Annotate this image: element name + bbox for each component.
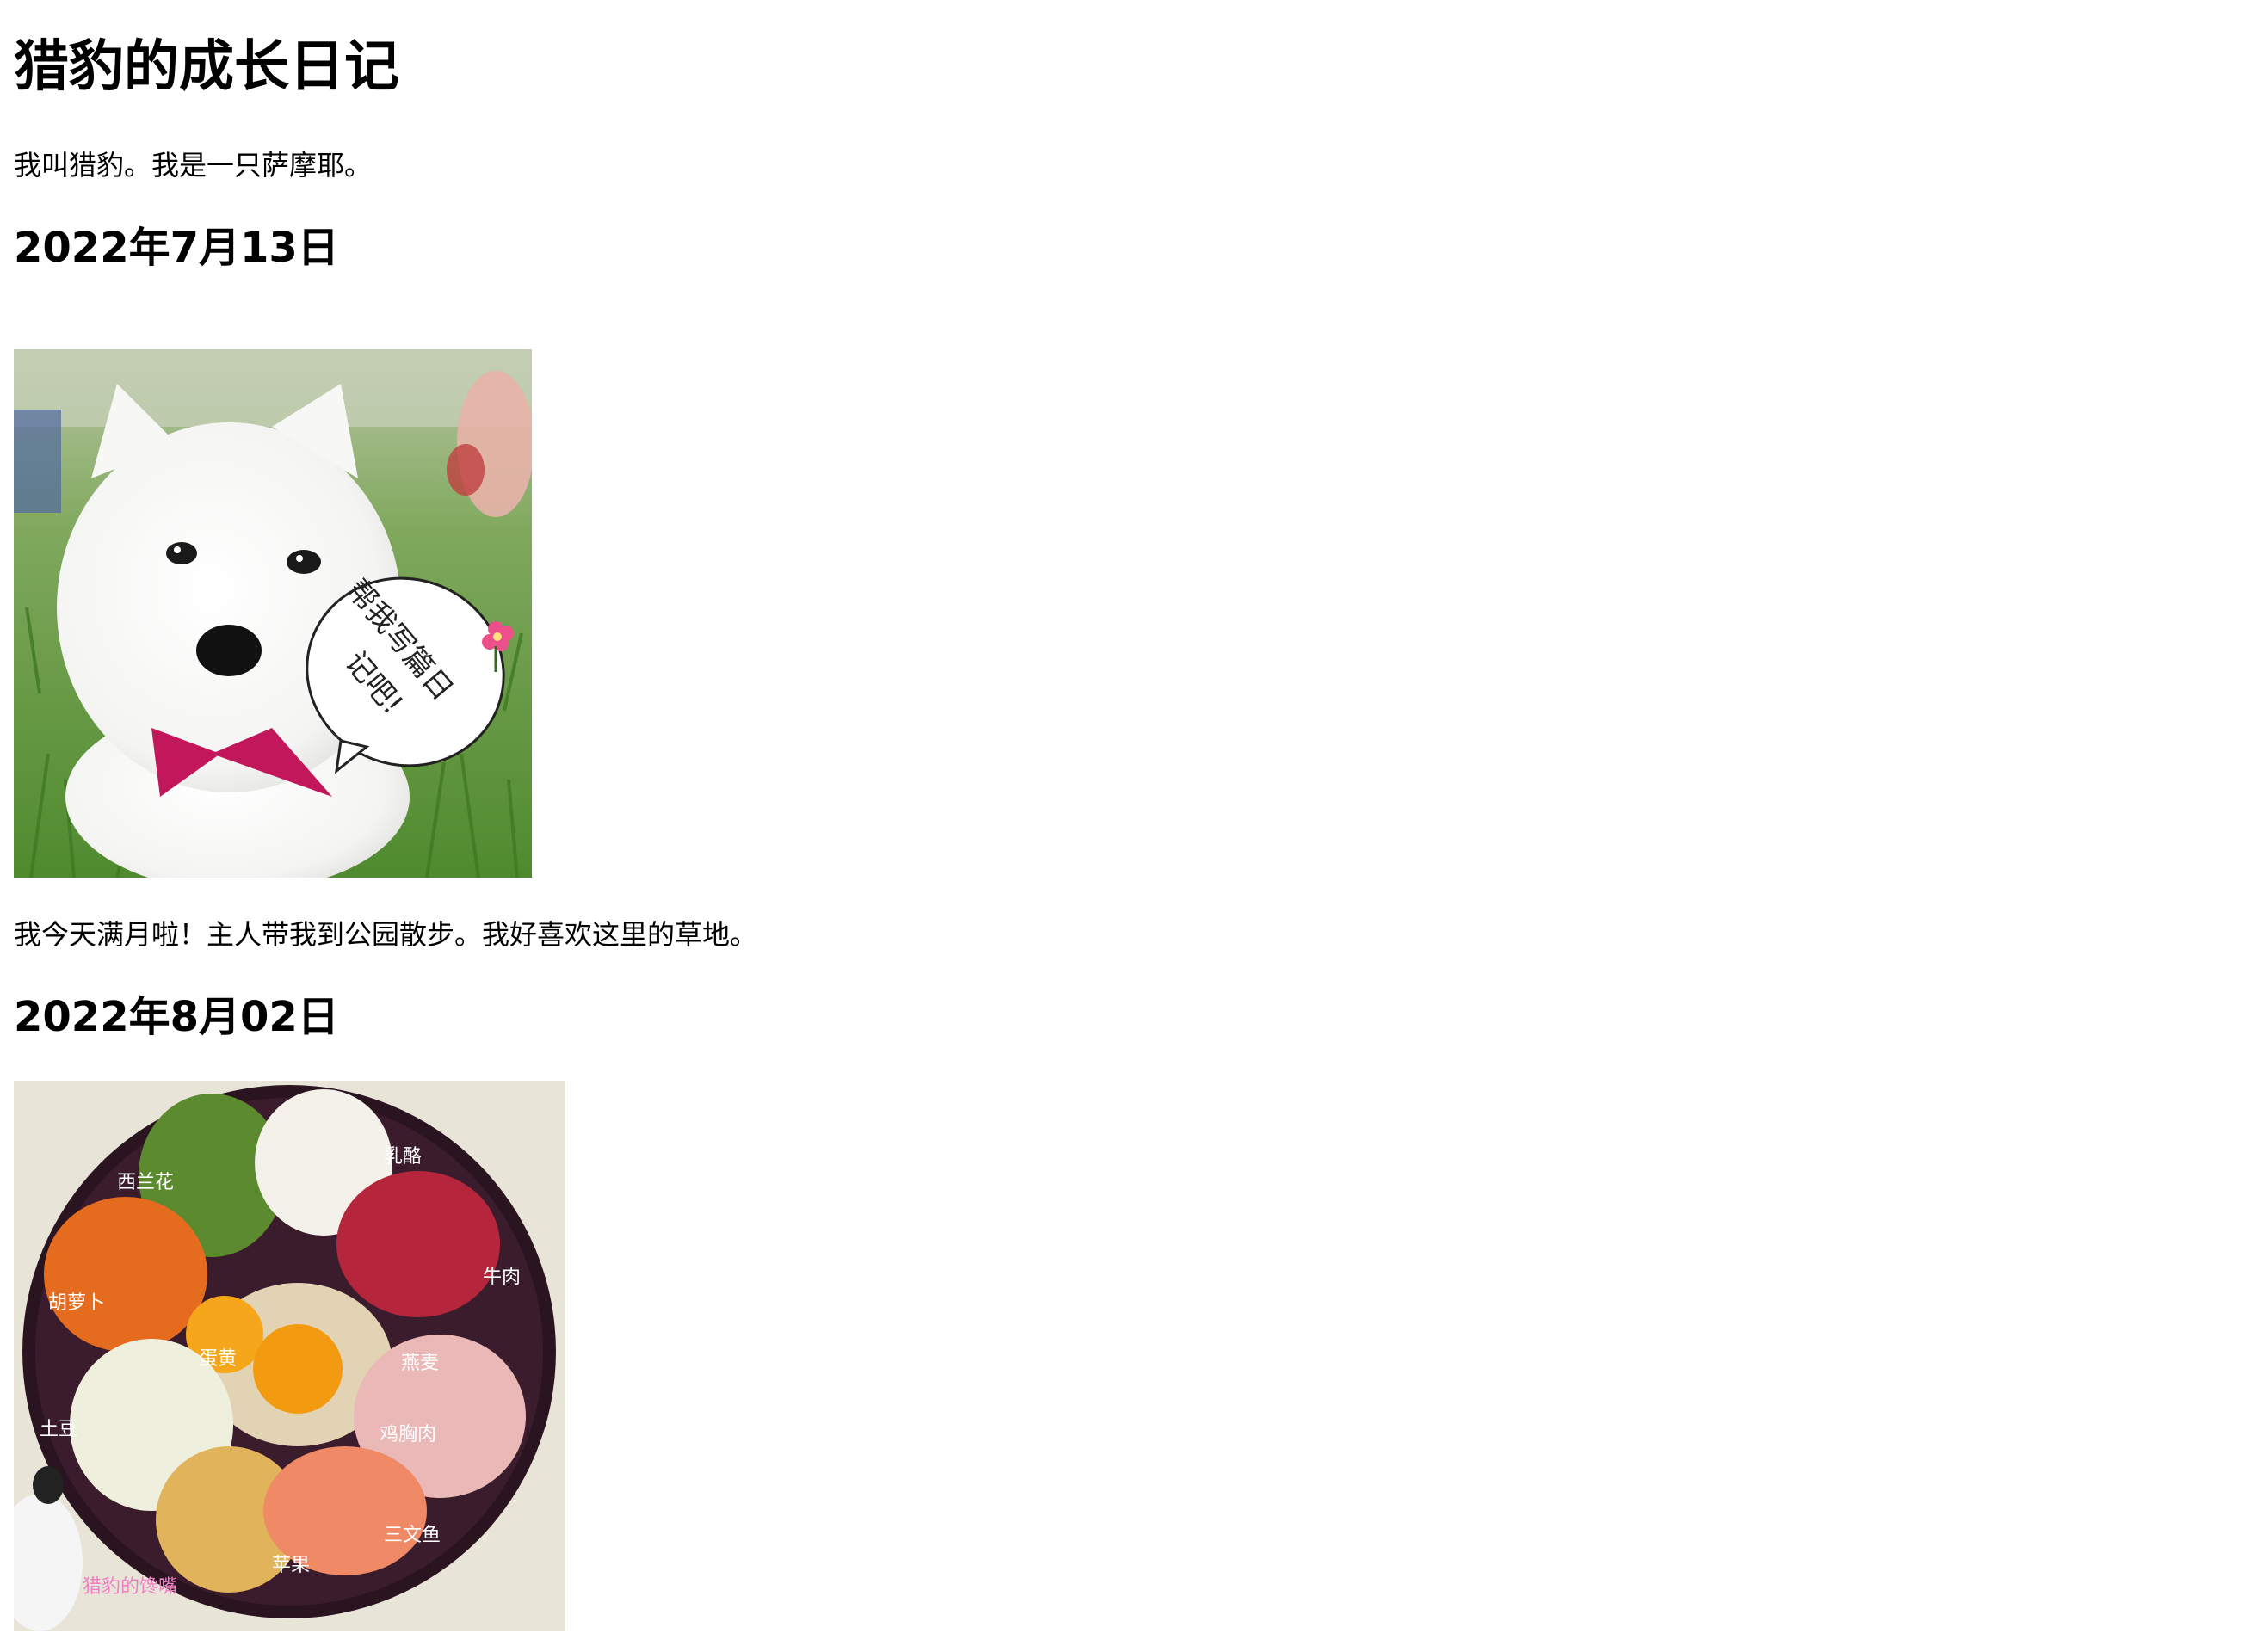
label-beef: 牛肉 — [483, 1267, 521, 1288]
label-egg-yolk: 蛋黄 — [199, 1348, 237, 1370]
dog-meal-illustration: 西兰花 乳酪 牛肉 胡萝卜 蛋黄 燕麦 土豆 鸡胸肉 苹果 三文鱼 猎豹的馋嘴 — [14, 1081, 565, 1631]
dog-meal-photo: 西兰花 乳酪 牛肉 胡萝卜 蛋黄 燕麦 土豆 鸡胸肉 苹果 三文鱼 猎豹的馋嘴 — [14, 1081, 565, 1631]
intro-text: 我叫猎豹。我是一只萨摩耶。 — [14, 149, 373, 182]
label-chicken: 鸡胸肉 — [380, 1424, 436, 1446]
puppy-photo: 帮我写篇日 记吧! — [14, 349, 532, 878]
label-cottage-cheese: 乳酪 — [384, 1146, 422, 1168]
egg-yolk-2 — [253, 1324, 343, 1414]
carrot-pile — [44, 1197, 207, 1352]
label-carrot: 胡萝卜 — [48, 1292, 105, 1314]
entry-date-1: 2022年7月13日 — [14, 224, 339, 272]
label-broccoli: 西兰花 — [117, 1172, 174, 1193]
entry-text-1: 我今天满月啦！主人带我到公园散步。我好喜欢这里的草地。 — [14, 918, 758, 951]
puppy-photo-illustration: 帮我写篇日 记吧! — [14, 349, 532, 878]
label-oats: 燕麦 — [401, 1353, 439, 1374]
label-potato: 土豆 — [40, 1419, 77, 1440]
entry-date-2: 2022年8月02日 — [14, 993, 339, 1041]
label-apple: 苹果 — [272, 1555, 310, 1576]
label-salmon: 三文鱼 — [384, 1525, 441, 1546]
photo-watermark: 猎豹的馋嘴 — [83, 1576, 177, 1598]
page-title: 猎豹的成长日记 — [14, 35, 399, 99]
diary-page: 猎豹的成长日记 我叫猎豹。我是一只萨摩耶。 2022年7月13日 帮我写篇日 记… — [0, 0, 2253, 1652]
beef-pile — [336, 1171, 500, 1317]
